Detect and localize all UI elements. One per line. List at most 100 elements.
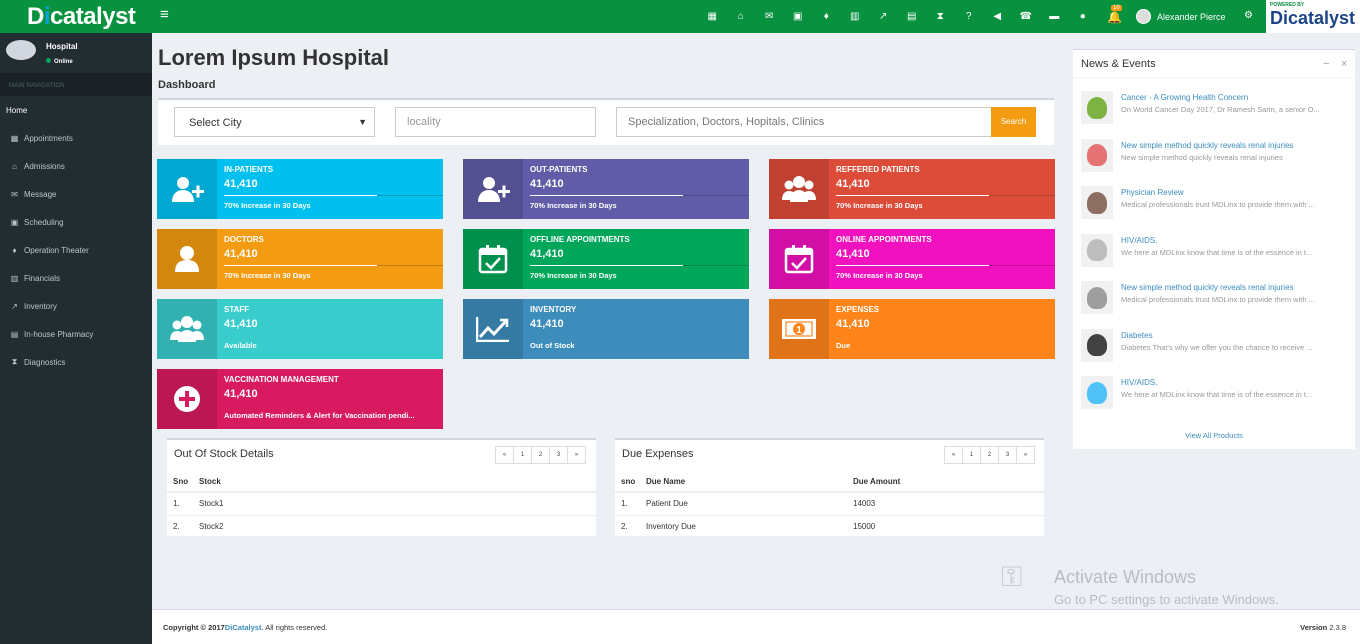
info-tile-expenses[interactable]: 1 EXPENSES 41,410 Due xyxy=(769,299,1055,359)
news-title[interactable]: New simple method quickly reveals renal … xyxy=(1121,283,1294,292)
news-item[interactable]: New simple method quickly reveals renal … xyxy=(1081,138,1347,174)
line-chart-icon[interactable]: ↗ xyxy=(869,11,898,22)
map-pin-icon[interactable]: ♦ xyxy=(812,11,841,22)
logo-text: Dicatalyst xyxy=(27,2,136,30)
news-title[interactable]: HIV/AIDS. xyxy=(1121,378,1157,387)
phone-icon[interactable]: ☎ xyxy=(1012,11,1041,22)
city-select[interactable]: Select City ▼ xyxy=(174,107,375,137)
sidebar-item-scheduling[interactable]: ▣ Scheduling xyxy=(0,208,152,236)
sidebar-item-message[interactable]: ✉ Message xyxy=(0,180,152,208)
prev-page-button[interactable]: « xyxy=(944,446,963,464)
activation-watermark-text: Go to PC settings to activate Windows. xyxy=(1054,592,1279,607)
hourglass-icon[interactable]: ⧗ xyxy=(926,11,955,22)
news-title[interactable]: HIV/AIDS. xyxy=(1121,236,1157,245)
next-page-button[interactable]: » xyxy=(1016,446,1035,464)
megaphone-icon[interactable]: ◀ xyxy=(983,11,1012,22)
sidebar-item-admissions[interactable]: ⌂ Admissions xyxy=(0,152,152,180)
calendar-icon[interactable]: ▦ xyxy=(698,11,727,22)
sidebar-item-diagnostics[interactable]: ⧗ Diagnostics xyxy=(0,348,152,376)
news-item[interactable]: HIV/AIDS. We here at MDLinx know that tim… xyxy=(1081,233,1347,269)
app-logo[interactable]: Dicatalyst xyxy=(0,0,152,33)
search-button[interactable]: Search xyxy=(991,107,1036,137)
chat-icon[interactable]: ● xyxy=(1069,11,1098,22)
sidebar-item-label: Message xyxy=(24,189,57,199)
next-page-button[interactable]: » xyxy=(567,446,586,464)
sidebar-item-label: Home xyxy=(6,105,28,115)
info-tile-offline-appointments[interactable]: OFFLINE APPOINTMENTS 41,410 70% Increase i… xyxy=(463,229,749,289)
bell-icon[interactable]: 🔔 xyxy=(1107,10,1122,24)
news-title[interactable]: New simple method quickly reveals renal … xyxy=(1121,141,1294,150)
info-tile-out-patients[interactable]: OUT-PATIENTS 41,410 70% Increase in 30 Day… xyxy=(463,159,749,219)
progress-bar xyxy=(530,265,749,266)
tile-title: INVENTORY xyxy=(530,305,577,314)
news-title[interactable]: Diabetes xyxy=(1121,331,1153,340)
bar-chart-icon: ▥ xyxy=(10,273,19,283)
section-header: MAIN NAVIGATION xyxy=(0,74,152,96)
news-title[interactable]: Physician Review xyxy=(1121,188,1184,197)
info-tile-in-patients[interactable]: IN-PATIENTS 41,410 70% Increase in 30 Days xyxy=(157,159,443,219)
info-tile-inventory[interactable]: INVENTORY 41,410 Out of Stock xyxy=(463,299,749,359)
prev-page-button[interactable]: « xyxy=(495,446,514,464)
stock-table: Sno Stock 1. Stock1 2. Stock2 xyxy=(167,471,596,538)
help-icon[interactable]: ? xyxy=(955,11,984,22)
sidebar-item-appointments[interactable]: ▦ Appointments xyxy=(0,124,152,152)
sidebar-item-in-house-pharmacy[interactable]: ▤ In-house Pharmacy xyxy=(0,320,152,348)
news-item[interactable]: Diabetes Diabetes That's why we offer you… xyxy=(1081,328,1347,364)
notification-badge: 10 xyxy=(1111,5,1122,11)
sidebar-item-financials[interactable]: ▥ Financials xyxy=(0,264,152,292)
page-button[interactable]: 3 xyxy=(549,446,568,464)
page-button[interactable]: 1 xyxy=(962,446,981,464)
mail-icon[interactable]: ✉ xyxy=(755,11,784,22)
news-item[interactable]: Physician Review Medical professionals tr… xyxy=(1081,186,1347,221)
user-icon xyxy=(157,229,217,289)
table-row: 1. Patient Due 14003 xyxy=(615,491,1044,515)
sidebar-item-inventory[interactable]: ↗ Inventory xyxy=(0,292,152,320)
sidebar-item-operation-theater[interactable]: ♦ Operation Theater xyxy=(0,236,152,264)
view-all-products-link[interactable]: View All Products xyxy=(1073,431,1355,440)
card-icon[interactable]: ▬ xyxy=(1040,11,1069,22)
news-description: New simple method quickly reveals renal … xyxy=(1121,152,1283,162)
brand-link[interactable]: DiCatalyst. xyxy=(225,623,264,632)
page-button[interactable]: 1 xyxy=(513,446,532,464)
info-tile-doctors[interactable]: DOCTORS 41,410 70% Increase in 30 Days xyxy=(157,229,443,289)
search-bar: Select City ▼ locality Specialization, Do… xyxy=(158,98,1054,145)
calendar-icon: ▦ xyxy=(10,133,19,143)
sidebar-item-label: In-house Pharmacy xyxy=(24,329,94,339)
copyright-text: Copyright © 2017 xyxy=(163,623,225,632)
tile-description: 70% Increase in 30 Days xyxy=(530,201,617,210)
specialization-search-input[interactable]: Specialization, Doctors, Hopitals, Clini… xyxy=(616,107,992,137)
rights-text: All rights reserved. xyxy=(263,623,328,632)
collapse-icon[interactable]: − xyxy=(1323,58,1329,70)
news-title[interactable]: Cancer - A Growing Health Concern xyxy=(1121,93,1248,102)
page-button[interactable]: 2 xyxy=(980,446,999,464)
copyright: Copyright © 2017DiCatalyst. All rights r… xyxy=(163,623,327,632)
progress-bar xyxy=(530,195,749,196)
news-item[interactable]: Cancer - A Growing Health Concern On Worl… xyxy=(1081,91,1347,126)
info-tile-staff[interactable]: STAFF 41,410 Available xyxy=(157,299,443,359)
calendar-check-icon[interactable]: ▣ xyxy=(784,11,813,22)
tile-description: Out of Stock xyxy=(530,341,575,350)
page-button[interactable]: 3 xyxy=(998,446,1017,464)
bar-chart-icon[interactable]: ▥ xyxy=(841,11,870,22)
mail-icon: ✉ xyxy=(11,189,18,199)
menu-toggle-icon[interactable]: ≡ xyxy=(160,7,174,22)
bank-icon: ⌂ xyxy=(12,161,17,171)
info-tile-online-appointments[interactable]: ONLINE APPOINTMENTS 41,410 70% Increase in… xyxy=(769,229,1055,289)
info-tile-reffered-patients[interactable]: REFFERED PATIENTS 41,410 70% Increase in 3… xyxy=(769,159,1055,219)
tile-description: 70% Increase in 30 Days xyxy=(836,271,923,280)
user-menu[interactable]: Alexander Pierce xyxy=(1136,9,1226,24)
tile-title: IN-PATIENTS xyxy=(224,165,274,174)
news-item[interactable]: New simple method quickly reveals renal … xyxy=(1081,281,1347,316)
calculator-icon[interactable]: ▤ xyxy=(898,11,927,22)
news-thumbnail xyxy=(1081,138,1113,172)
close-icon[interactable]: × xyxy=(1341,58,1347,70)
page-subtitle: Dashboard xyxy=(158,79,216,91)
sidebar-item-home[interactable]: ⌂Home xyxy=(0,96,152,124)
info-tile-vaccination-management[interactable]: VACCINATION MANAGEMENT 41,410 Automated Re… xyxy=(157,369,443,429)
settings-icon[interactable]: ⚙ xyxy=(1244,10,1253,21)
page-button[interactable]: 2 xyxy=(531,446,550,464)
activation-watermark-title: Activate Windows xyxy=(1054,567,1197,587)
locality-input[interactable]: locality xyxy=(395,107,596,137)
bank-icon[interactable]: ⌂ xyxy=(727,11,756,22)
news-item[interactable]: HIV/AIDS. We here at MDLinx know that tim… xyxy=(1081,376,1347,411)
